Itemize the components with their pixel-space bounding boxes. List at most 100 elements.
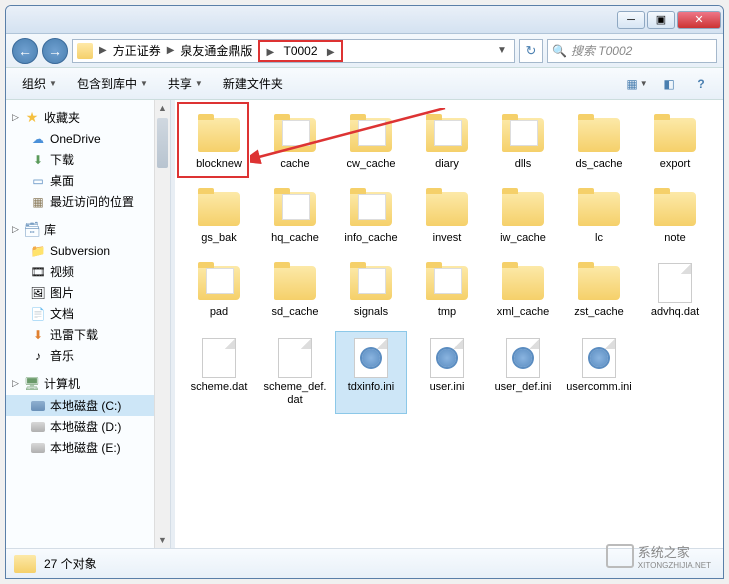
new-folder-button[interactable]: 新建文件夹 bbox=[215, 71, 291, 96]
refresh-button[interactable]: ↻ bbox=[519, 39, 543, 63]
file-label: sd_cache bbox=[271, 306, 318, 319]
breadcrumb-dropdown-icon[interactable]: ▼ bbox=[494, 45, 510, 56]
content-pane[interactable]: blocknew cachecw_cachediary dlls ds_cacheex… bbox=[175, 100, 723, 548]
config-file-icon bbox=[423, 338, 471, 378]
file-item[interactable]: dlls bbox=[487, 108, 559, 178]
sidebar-item-videos[interactable]: 🎞视频 bbox=[6, 261, 170, 282]
sidebar-item-xunlei[interactable]: ⬇迅雷下载 bbox=[6, 324, 170, 345]
file-item[interactable]: gs_bak bbox=[183, 182, 255, 252]
file-item[interactable]: hq_cache bbox=[259, 182, 331, 252]
help-button[interactable]: ? bbox=[689, 72, 713, 96]
view-options-button[interactable]: ▦ ▼ bbox=[625, 72, 649, 96]
organize-button[interactable]: 组织▼ bbox=[14, 71, 65, 96]
breadcrumb-seg-1[interactable]: 方正证券 bbox=[109, 42, 165, 59]
include-in-library-button[interactable]: 包含到库中▼ bbox=[69, 71, 156, 96]
file-label: user_def.ini bbox=[495, 381, 552, 394]
file-item[interactable]: cw_cache bbox=[335, 108, 407, 178]
file-item[interactable]: user_def.ini bbox=[487, 331, 559, 414]
file-item[interactable]: blocknew bbox=[183, 108, 255, 178]
file-item[interactable]: invest bbox=[411, 182, 483, 252]
maximize-button[interactable]: ▣ bbox=[647, 11, 675, 29]
sidebar-item-drive-e[interactable]: 本地磁盘 (E:) bbox=[6, 437, 170, 458]
file-label: usercomm.ini bbox=[566, 381, 631, 394]
forward-button[interactable]: → bbox=[42, 38, 68, 64]
file-item[interactable]: pad bbox=[183, 256, 255, 326]
back-button[interactable]: ← bbox=[12, 38, 38, 64]
file-item[interactable]: lc bbox=[563, 182, 635, 252]
scroll-down-icon[interactable]: ▼ bbox=[155, 532, 170, 548]
breadcrumb-highlight: ▶ T0002 ▶ bbox=[258, 40, 342, 62]
breadcrumb-seg-3[interactable]: T0002 bbox=[279, 44, 321, 58]
folder-icon bbox=[77, 43, 93, 59]
scroll-up-icon[interactable]: ▲ bbox=[155, 100, 170, 116]
sidebar-item-subversion[interactable]: 📁Subversion bbox=[6, 241, 170, 261]
sidebar-item-pictures[interactable]: 🖼图片 bbox=[6, 282, 170, 303]
scrollbar-thumb[interactable] bbox=[157, 118, 168, 168]
breadcrumb[interactable]: ▶ 方正证券 ▶ 泉友通金鼎版 ▶ T0002 ▶ ▼ bbox=[72, 39, 515, 63]
file-item[interactable]: user.ini bbox=[411, 331, 483, 414]
file-item[interactable]: signals bbox=[335, 256, 407, 326]
file-item[interactable]: usercomm.ini bbox=[563, 331, 635, 414]
drive-icon bbox=[30, 398, 46, 414]
file-item[interactable]: scheme.dat bbox=[183, 331, 255, 414]
folder-icon bbox=[271, 263, 319, 303]
minimize-button[interactable]: ─ bbox=[617, 11, 645, 29]
download-icon: ⬇ bbox=[30, 327, 46, 343]
file-item[interactable]: export bbox=[639, 108, 711, 178]
sidebar-item-desktop[interactable]: ▭桌面 bbox=[6, 170, 170, 191]
folder-icon bbox=[423, 189, 471, 229]
collapse-icon: ▷ bbox=[12, 112, 24, 123]
sidebar-item-downloads[interactable]: ⬇下载 bbox=[6, 149, 170, 170]
file-label: hq_cache bbox=[271, 232, 319, 245]
folder-icon bbox=[575, 189, 623, 229]
video-icon: 🎞 bbox=[30, 264, 46, 280]
file-item[interactable]: sd_cache bbox=[259, 256, 331, 326]
sidebar-item-recent[interactable]: ▦最近访问的位置 bbox=[6, 191, 170, 212]
file-item[interactable]: tdxinfo.ini bbox=[335, 331, 407, 414]
sidebar-item-drive-d[interactable]: 本地磁盘 (D:) bbox=[6, 416, 170, 437]
sidebar-scrollbar[interactable]: ▲ ▼ bbox=[154, 100, 170, 548]
document-icon: 📄 bbox=[30, 306, 46, 322]
file-grid: blocknew cachecw_cachediary dlls ds_cacheex… bbox=[183, 108, 715, 414]
search-placeholder: 搜索 T0002 bbox=[571, 42, 632, 59]
library-icon: 🗃 bbox=[24, 222, 40, 238]
file-item[interactable]: xml_cache bbox=[487, 256, 559, 326]
file-item[interactable]: scheme_def.dat bbox=[259, 331, 331, 414]
sidebar-item-music[interactable]: ♪音乐 bbox=[6, 345, 170, 366]
search-input[interactable]: 🔍 搜索 T0002 bbox=[547, 39, 717, 63]
folder-icon bbox=[347, 189, 395, 229]
sidebar-item-onedrive[interactable]: ☁OneDrive bbox=[6, 129, 170, 149]
file-item[interactable]: diary bbox=[411, 108, 483, 178]
file-item[interactable]: advhq.dat bbox=[639, 256, 711, 326]
sidebar-libraries-header[interactable]: ▷ 🗃 库 bbox=[6, 218, 170, 241]
file-label: zst_cache bbox=[574, 306, 624, 319]
breadcrumb-seg-2[interactable]: 泉友通金鼎版 bbox=[176, 42, 256, 59]
file-label: dlls bbox=[515, 158, 532, 171]
file-item[interactable]: cache bbox=[259, 108, 331, 178]
share-button[interactable]: 共享▼ bbox=[160, 71, 211, 96]
preview-pane-button[interactable]: ◧ bbox=[657, 72, 681, 96]
file-item[interactable]: tmp bbox=[411, 256, 483, 326]
file-label: blocknew bbox=[196, 158, 242, 171]
file-label: user.ini bbox=[430, 381, 465, 394]
folder-icon bbox=[271, 189, 319, 229]
sidebar-computer-header[interactable]: ▷ 🖥 计算机 bbox=[6, 372, 170, 395]
file-label: signals bbox=[354, 306, 388, 319]
sidebar-favorites-header[interactable]: ▷ ★ 收藏夹 bbox=[6, 106, 170, 129]
file-item[interactable]: ds_cache bbox=[563, 108, 635, 178]
close-button[interactable]: ✕ bbox=[677, 11, 721, 29]
sidebar-item-drive-c[interactable]: 本地磁盘 (C:) bbox=[6, 395, 170, 416]
file-item[interactable]: info_cache bbox=[335, 182, 407, 252]
file-item[interactable]: note bbox=[639, 182, 711, 252]
sidebar-item-documents[interactable]: 📄文档 bbox=[6, 303, 170, 324]
folder-icon bbox=[575, 115, 623, 155]
file-item[interactable]: iw_cache bbox=[487, 182, 559, 252]
chevron-right-icon: ▶ bbox=[264, 47, 276, 58]
file-icon bbox=[651, 263, 699, 303]
file-item[interactable]: zst_cache bbox=[563, 256, 635, 326]
chevron-right-icon: ▶ bbox=[165, 45, 177, 56]
titlebar: ─ ▣ ✕ bbox=[6, 6, 723, 34]
file-label: tdxinfo.ini bbox=[348, 381, 394, 394]
file-label: info_cache bbox=[344, 232, 397, 245]
sidebar: ▷ ★ 收藏夹 ☁OneDrive ⬇下载 ▭桌面 ▦最近访问的位置 ▷ 🗃 库… bbox=[6, 100, 171, 548]
